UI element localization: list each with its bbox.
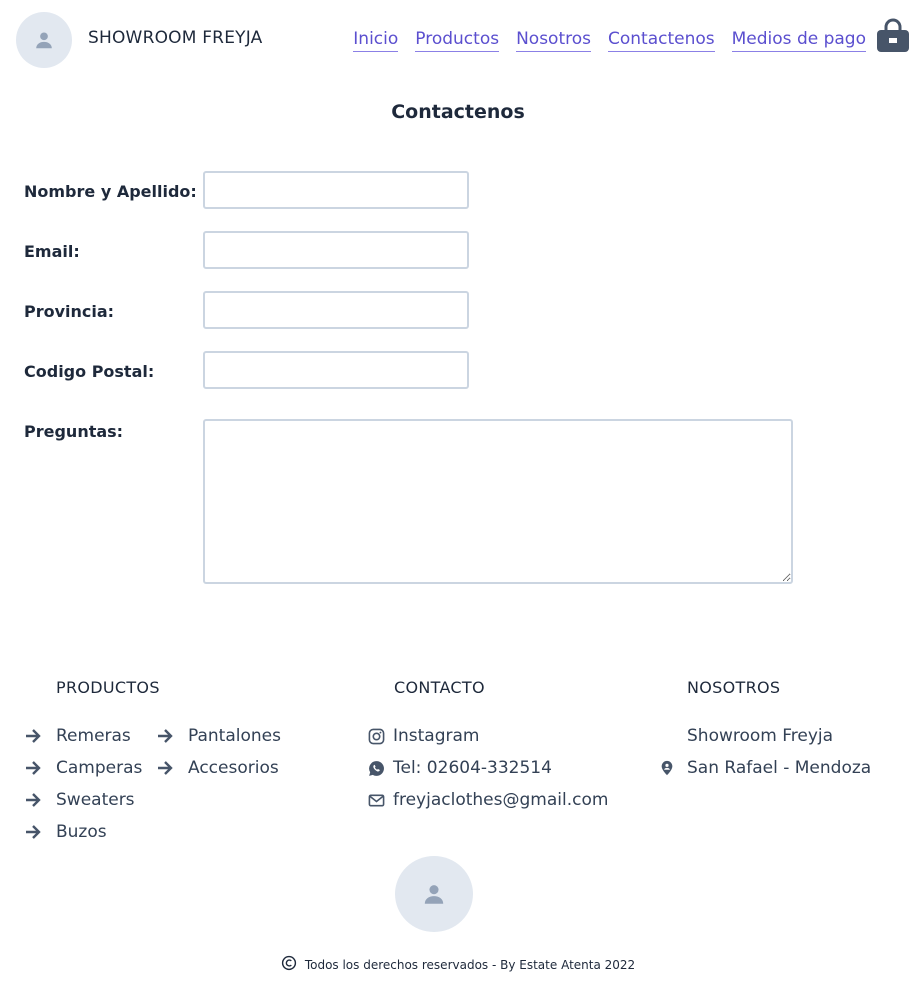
arrow-right-icon <box>24 727 42 745</box>
location-text: San Rafael - Mendoza <box>687 758 872 778</box>
nombre-input[interactable] <box>203 171 469 209</box>
copyright-icon <box>281 955 297 974</box>
footer-logo-avatar <box>395 856 473 932</box>
instagram-icon <box>367 727 385 745</box>
label-provincia: Provincia: <box>24 302 115 321</box>
footer-heading-contacto: CONTACTO <box>394 678 485 697</box>
link-sweaters[interactable]: Sweaters <box>56 790 135 810</box>
brand-name[interactable]: SHOWROOM FREYJA <box>88 28 262 48</box>
cart-button[interactable] <box>876 18 910 54</box>
nav-link-inicio[interactable]: Inicio <box>353 28 399 52</box>
codigo-postal-input[interactable] <box>203 351 469 389</box>
nosotros-name: Showroom Freyja <box>687 726 834 746</box>
user-avatar-icon <box>424 885 444 904</box>
whatsapp-icon <box>367 759 385 777</box>
nav-link-medios-de-pago[interactable]: Medios de pago <box>731 28 866 52</box>
label-email: Email: <box>24 242 80 261</box>
nav-link-nosotros[interactable]: Nosotros <box>516 28 591 52</box>
productos-list-2: Pantalones Accesorios <box>156 724 281 780</box>
nav-link-contactenos[interactable]: Contactenos <box>608 28 715 52</box>
link-accesorios[interactable]: Accesorios <box>188 758 279 778</box>
contacto-list: Instagram Tel: 02604-332514 freyjaclothe… <box>367 724 608 812</box>
list-item[interactable]: Instagram <box>367 724 608 748</box>
link-telefono[interactable]: Tel: 02604-332514 <box>393 758 552 778</box>
label-preguntas: Preguntas: <box>24 422 124 441</box>
mail-icon <box>367 791 385 809</box>
shopping-bag-icon <box>877 18 909 52</box>
productos-list-1: Remeras Camperas Sweaters Buzos <box>24 724 142 844</box>
copyright-text: Todos los derechos reservados - By Estat… <box>304 957 636 972</box>
page-title: Contactenos <box>391 101 525 123</box>
link-email[interactable]: freyjaclothes@gmail.com <box>393 790 608 810</box>
nosotros-location: San Rafael - Mendoza <box>658 756 871 780</box>
location-pin-icon <box>658 759 676 777</box>
list-item[interactable]: Sweaters <box>24 788 142 812</box>
link-remeras[interactable]: Remeras <box>56 726 131 746</box>
link-instagram[interactable]: Instagram <box>393 726 480 746</box>
preguntas-textarea[interactable] <box>203 419 793 584</box>
list-item[interactable]: Camperas <box>24 756 142 780</box>
footer-heading-productos: PRODUCTOS <box>56 678 160 697</box>
link-camperas[interactable]: Camperas <box>56 758 142 778</box>
logo-avatar[interactable] <box>16 12 72 68</box>
footer-heading-nosotros: NOSOTROS <box>687 678 781 697</box>
list-item[interactable]: freyjaclothes@gmail.com <box>367 788 608 812</box>
email-input[interactable] <box>203 231 469 269</box>
label-nombre: Nombre y Apellido: <box>24 182 197 201</box>
label-codigo-postal: Codigo Postal: <box>24 362 155 381</box>
list-item[interactable]: Tel: 02604-332514 <box>367 756 608 780</box>
list-item[interactable]: Remeras <box>24 724 142 748</box>
list-item[interactable]: Buzos <box>24 820 142 844</box>
link-pantalones[interactable]: Pantalones <box>188 726 281 746</box>
link-buzos[interactable]: Buzos <box>56 822 107 842</box>
list-item[interactable]: Accesorios <box>156 756 281 780</box>
arrow-right-icon <box>24 823 42 841</box>
main-nav: Inicio Productos Nosotros Contactenos Me… <box>353 28 866 52</box>
user-avatar-icon <box>36 32 52 49</box>
nav-link-productos[interactable]: Productos <box>415 28 500 52</box>
copyright: Todos los derechos reservados - By Estat… <box>0 955 916 974</box>
arrow-right-icon <box>156 727 174 745</box>
list-item[interactable]: Pantalones <box>156 724 281 748</box>
arrow-right-icon <box>24 791 42 809</box>
arrow-right-icon <box>24 759 42 777</box>
arrow-right-icon <box>156 759 174 777</box>
provincia-input[interactable] <box>203 291 469 329</box>
